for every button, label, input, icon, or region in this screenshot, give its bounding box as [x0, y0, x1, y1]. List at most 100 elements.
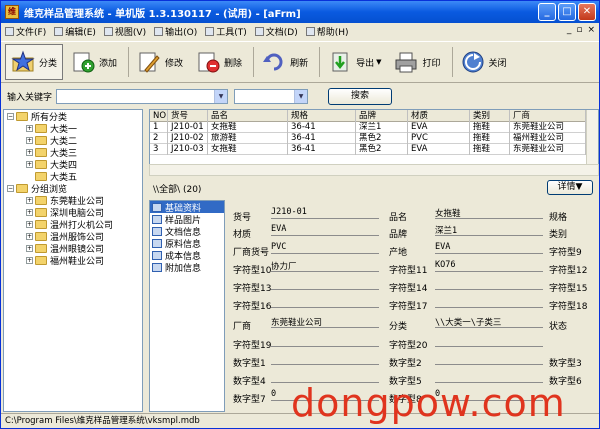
add-button[interactable]: 添加: [66, 44, 122, 80]
tab-materials[interactable]: 原料信息: [150, 237, 224, 250]
field-value[interactable]: 深兰1: [435, 224, 543, 236]
menu-output[interactable]: 输出(O): [150, 25, 201, 38]
field-value[interactable]: J210-01: [271, 207, 379, 219]
toolbar-separator: [128, 47, 130, 77]
close-button[interactable]: 关闭: [456, 44, 512, 80]
expand-icon[interactable]: +: [26, 244, 33, 252]
field-value[interactable]: [435, 278, 543, 290]
export-button[interactable]: 导出 ▼: [323, 44, 386, 80]
expand-icon[interactable]: +: [26, 256, 33, 264]
tree-item[interactable]: + 东莞鞋业公司: [4, 194, 142, 207]
tree-item[interactable]: + 温州打火机公司: [4, 218, 142, 231]
help-menu-icon: [305, 27, 315, 36]
menu-docs[interactable]: 文档(D): [251, 25, 302, 38]
chevron-down-icon[interactable]: ▼: [214, 89, 228, 103]
tab-sample-images[interactable]: 样品图片: [150, 213, 224, 226]
export-icon: [328, 50, 352, 74]
minimize-button[interactable]: _: [538, 3, 556, 21]
tree-item[interactable]: + 深圳电脑公司: [4, 206, 142, 219]
field-value[interactable]: [435, 353, 543, 365]
field-value[interactable]: [271, 353, 379, 365]
expand-icon[interactable]: +: [26, 124, 33, 132]
collapse-icon[interactable]: −: [7, 184, 14, 192]
search-button[interactable]: 搜索: [328, 87, 393, 105]
table-row[interactable]: 1 J210-01 女拖鞋 36-41 深兰1 EVA 拖鞋 东莞鞋业公司: [150, 122, 598, 133]
chevron-down-icon[interactable]: ▼: [376, 58, 381, 66]
details-button[interactable]: 详情▼: [547, 180, 593, 195]
table-row[interactable]: 2 J210-02 旅游鞋 36-41 黑色2 PVC 拖鞋 福州鞋业公司: [150, 133, 598, 144]
field-value[interactable]: 女拖鞋: [435, 207, 543, 219]
tree-item[interactable]: + 福州鞋业公司: [4, 254, 142, 267]
expand-icon[interactable]: +: [26, 148, 33, 156]
search-filter-select[interactable]: ▼: [234, 88, 309, 104]
tree-item[interactable]: + 温州服饰公司: [4, 230, 142, 243]
document-icon: [152, 238, 162, 248]
classify-button[interactable]: 分类: [5, 44, 64, 80]
column-header[interactable]: NO: [150, 110, 168, 122]
field-value[interactable]: [271, 296, 379, 308]
tab-extra[interactable]: 附加信息: [150, 261, 224, 274]
edit-button[interactable]: 修改: [132, 44, 188, 80]
field-value[interactable]: 协力厂: [271, 260, 379, 272]
tree-item[interactable]: + 大类三: [4, 146, 142, 159]
tree-item[interactable]: + 大类一: [4, 122, 142, 135]
field-value[interactable]: EVA: [435, 242, 543, 254]
mdi-minimize-button[interactable]: _: [567, 25, 572, 35]
tree-item[interactable]: + 大类四: [4, 158, 142, 171]
toolbar-separator: [319, 47, 321, 77]
document-icon: [152, 202, 162, 212]
search-row: 输入关键字 ▼ ▼ 搜索: [1, 85, 599, 107]
tab-basic-info[interactable]: 基础资料: [150, 201, 224, 214]
mdi-close-button[interactable]: ×: [587, 25, 595, 35]
tab-documents[interactable]: 文档信息: [150, 225, 224, 238]
refresh-button[interactable]: 刷新: [257, 44, 313, 80]
column-header[interactable]: 规格: [288, 110, 356, 122]
field-value[interactable]: [271, 335, 379, 347]
column-header[interactable]: 类别: [470, 110, 510, 122]
menu-file[interactable]: 文件(F): [1, 25, 50, 38]
expand-icon[interactable]: +: [26, 220, 33, 228]
mdi-restore-button[interactable]: ▫: [576, 25, 582, 35]
grid-vertical-scrollbar[interactable]: [586, 110, 598, 164]
search-input[interactable]: ▼: [56, 88, 229, 104]
print-button[interactable]: 打印: [389, 44, 445, 80]
menu-help[interactable]: 帮助(H): [302, 25, 353, 38]
expand-icon[interactable]: +: [26, 208, 33, 216]
menu-tools[interactable]: 工具(T): [201, 25, 251, 38]
tree-node-group-browse[interactable]: − 分组浏览: [4, 182, 142, 195]
column-header[interactable]: 品牌: [356, 110, 408, 122]
field-value[interactable]: EVA: [271, 224, 379, 236]
field-value[interactable]: [271, 278, 379, 290]
column-header[interactable]: 厂商: [510, 110, 586, 122]
close-icon: [461, 50, 485, 74]
maximize-button[interactable]: □: [558, 3, 576, 21]
tree-item[interactable]: + 温州眼镜公司: [4, 242, 142, 255]
field-value[interactable]: \\大类一\子类三: [435, 316, 543, 328]
field-value[interactable]: PVC: [271, 242, 379, 254]
chevron-down-icon[interactable]: ▼: [294, 89, 308, 103]
column-header[interactable]: 品名: [208, 110, 288, 122]
tree-item[interactable]: + 大类二: [4, 134, 142, 147]
expand-icon[interactable]: +: [26, 136, 33, 144]
collapse-icon[interactable]: −: [7, 112, 14, 120]
field-label: 字符型19: [233, 341, 272, 351]
table-row[interactable]: 3 J210-03 女拖鞋 36-41 黑色2 EVA 拖鞋 东莞鞋业公司: [150, 144, 598, 155]
menu-view[interactable]: 视图(V): [100, 25, 150, 38]
expand-icon[interactable]: +: [26, 232, 33, 240]
delete-button[interactable]: 删除: [191, 44, 247, 80]
menu-edit[interactable]: 编辑(E): [50, 25, 100, 38]
field-value[interactable]: [435, 296, 543, 308]
view-menu-icon: [103, 27, 113, 36]
tree-item[interactable]: 大类五: [4, 170, 142, 183]
expand-icon[interactable]: +: [26, 160, 33, 168]
grid-horizontal-scrollbar[interactable]: [149, 164, 599, 176]
field-value[interactable]: [435, 335, 543, 347]
field-value[interactable]: KO76: [435, 260, 543, 272]
column-header[interactable]: 材质: [408, 110, 470, 122]
expand-icon[interactable]: +: [26, 196, 33, 204]
field-value[interactable]: 东莞鞋业公司: [271, 316, 379, 328]
close-window-button[interactable]: ✕: [578, 3, 596, 21]
tab-cost[interactable]: 成本信息: [150, 249, 224, 262]
column-header[interactable]: 货号: [168, 110, 208, 122]
tree-node-all-categories[interactable]: − 所有分类: [4, 110, 142, 123]
